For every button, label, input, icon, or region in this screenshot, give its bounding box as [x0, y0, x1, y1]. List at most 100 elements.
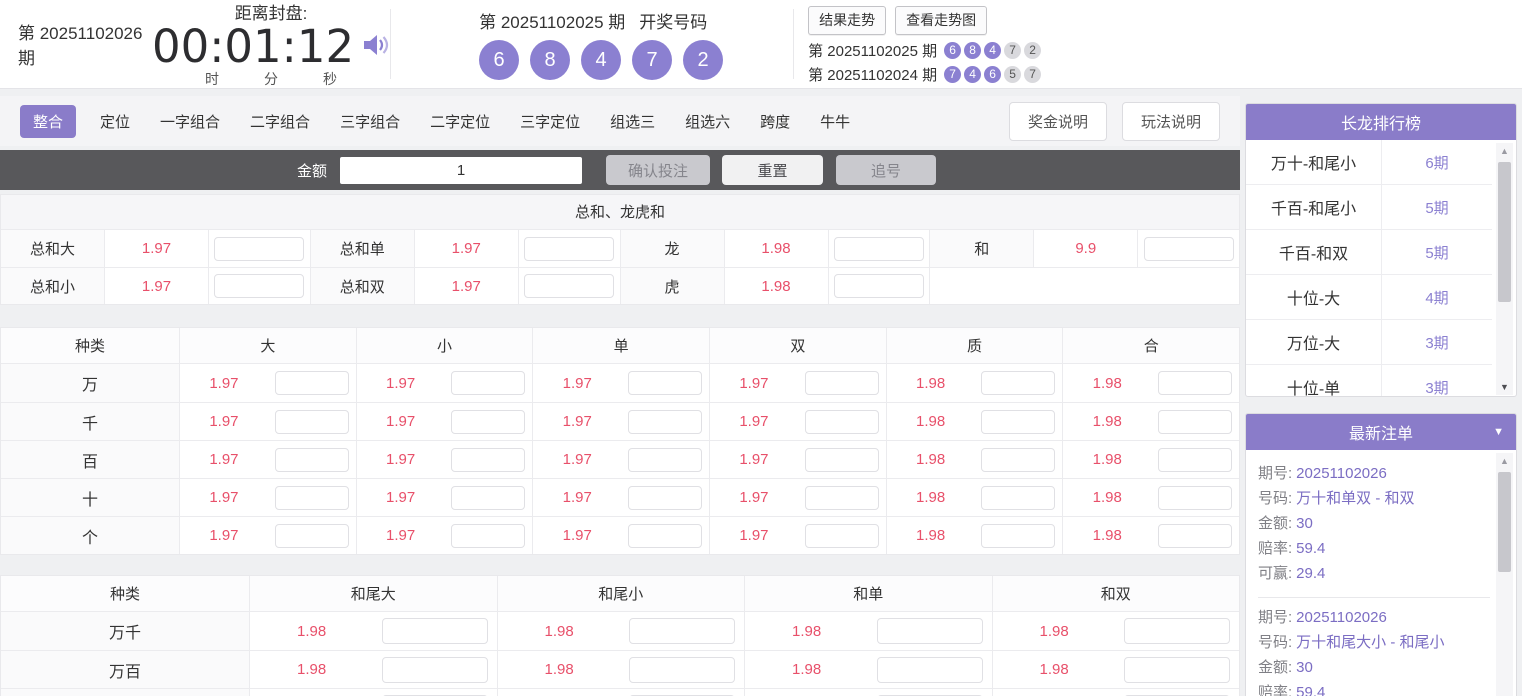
view-trend-chart-button[interactable]: 查看走势图 — [895, 6, 987, 35]
bet-amount-input[interactable] — [451, 448, 525, 472]
bet-amount-input[interactable] — [981, 371, 1055, 395]
bet-input-cell — [1116, 651, 1239, 688]
bet-odds — [498, 689, 621, 696]
last-draw-block: 第 20251102025 期开奖号码 68472 — [391, 8, 793, 80]
bet-amount-input[interactable] — [834, 274, 924, 298]
bet-amount-input[interactable] — [1158, 524, 1232, 548]
bet-amount-input[interactable] — [628, 371, 702, 395]
bet-input-cell — [829, 230, 930, 267]
odds-table-row: 万千1.981.981.981.98 — [1, 612, 1239, 650]
tab-9[interactable]: 组选六 — [685, 111, 730, 132]
bet-amount-input[interactable] — [1158, 410, 1232, 434]
bet-amount-input[interactable] — [805, 410, 879, 434]
bet-amount-input[interactable] — [382, 657, 488, 683]
bet-odds: 1.98 — [887, 441, 975, 478]
bet-cell-group: 1.97 — [179, 479, 356, 516]
result-trend-button[interactable]: 结果走势 — [808, 6, 886, 35]
bet-amount-input[interactable] — [628, 524, 702, 548]
bet-odds: 1.97 — [180, 403, 268, 440]
collapse-caret-icon[interactable]: ▼ — [1493, 426, 1504, 438]
bet-amount-input[interactable] — [451, 524, 525, 548]
rules-info-button[interactable]: 玩法说明 — [1122, 102, 1220, 141]
bet-amount-input[interactable] — [451, 410, 525, 434]
bet-amount-input[interactable] — [1144, 237, 1234, 261]
tab-8[interactable]: 组选三 — [610, 111, 655, 132]
bet-amount-input[interactable] — [275, 486, 349, 510]
amount-input[interactable] — [340, 157, 582, 184]
row-label: 千 — [1, 403, 179, 440]
bet-cell-group: 1.97 — [179, 517, 356, 554]
tab-7[interactable]: 三字定位 — [520, 111, 580, 132]
bet-field-label: 金额: — [1258, 659, 1292, 676]
bet-amount-input[interactable] — [451, 486, 525, 510]
bet-amount-input[interactable] — [629, 657, 735, 683]
bet-amount-input[interactable] — [628, 486, 702, 510]
bet-amount-input[interactable] — [1158, 371, 1232, 395]
tab-6[interactable]: 二字定位 — [430, 111, 490, 132]
bet-amount-input[interactable] — [214, 237, 304, 261]
bet-cell-group: 1.98 — [886, 403, 1063, 440]
bet-amount-input[interactable] — [981, 486, 1055, 510]
bet-amount-input[interactable] — [214, 274, 304, 298]
bet-amount-input[interactable] — [981, 410, 1055, 434]
bet-amount-input[interactable] — [1158, 448, 1232, 472]
bet-amount-input[interactable] — [628, 410, 702, 434]
scroll-up-icon[interactable]: ▲ — [1496, 453, 1513, 469]
odds-table-row: 百1.971.971.971.971.981.98 — [1, 440, 1239, 478]
bet-amount-input[interactable] — [1124, 618, 1230, 644]
tab-1[interactable]: 整合 — [20, 105, 76, 138]
ranking-scrollbar[interactable]: ▲ ▼ — [1496, 143, 1513, 395]
bet-amount-input[interactable] — [877, 657, 983, 683]
bet-input-cell — [975, 517, 1063, 554]
tab-10[interactable]: 跨度 — [760, 111, 790, 132]
bet-amount-input[interactable] — [451, 371, 525, 395]
confirm-bet-button[interactable]: 确认投注 — [606, 155, 710, 185]
scrollbar-thumb[interactable] — [1498, 162, 1511, 302]
bet-input-cell — [1151, 403, 1239, 440]
tab-3[interactable]: 一字组合 — [160, 111, 220, 132]
speaker-icon[interactable] — [362, 32, 390, 62]
bets-scrollbar[interactable]: ▲ ▼ — [1496, 453, 1513, 696]
bet-amount-input[interactable] — [805, 448, 879, 472]
bet-amount-input[interactable] — [275, 371, 349, 395]
bet-amount-input[interactable] — [275, 410, 349, 434]
bet-amount-input[interactable] — [524, 237, 614, 261]
bet-amount-input[interactable] — [1158, 486, 1232, 510]
last-draw-issue: 第 20251102025 期 — [479, 13, 625, 32]
scroll-down-icon[interactable]: ▼ — [1496, 379, 1513, 395]
history-rows: 第 20251102025 期68472第 20251102024 期74657 — [808, 40, 1041, 85]
bet-amount-input[interactable] — [805, 524, 879, 548]
bet-amount-input[interactable] — [981, 448, 1055, 472]
bet-input-cell — [268, 479, 356, 516]
bet-field-label: 号码: — [1258, 490, 1292, 507]
history-ball: 5 — [1004, 66, 1021, 83]
tab-4[interactable]: 二字组合 — [250, 111, 310, 132]
tab-11[interactable]: 牛牛 — [820, 111, 850, 132]
bet-amount-input[interactable] — [382, 618, 488, 644]
bet-amount-input[interactable] — [524, 274, 614, 298]
tab-5[interactable]: 三字组合 — [340, 111, 400, 132]
bet-amount-input[interactable] — [877, 618, 983, 644]
bet-amount-input[interactable] — [629, 618, 735, 644]
chase-number-button[interactable]: 追号 — [836, 155, 936, 185]
tab-2[interactable]: 定位 — [100, 111, 130, 132]
countdown-units: 时 分 秒 — [183, 69, 359, 89]
bet-cell-group: 1.98 — [1062, 441, 1239, 478]
reset-button[interactable]: 重置 — [722, 155, 823, 185]
column-header: 种类 — [1, 576, 249, 611]
bet-amount-input[interactable] — [275, 448, 349, 472]
history-ball: 4 — [984, 42, 1001, 59]
bet-amount-input[interactable] — [805, 486, 879, 510]
prize-info-button[interactable]: 奖金说明 — [1009, 102, 1107, 141]
bet-amount-input[interactable] — [275, 524, 349, 548]
column-header: 双 — [709, 328, 886, 363]
bet-amount-input[interactable] — [805, 371, 879, 395]
scroll-up-icon[interactable]: ▲ — [1496, 143, 1513, 159]
bet-amount-input[interactable] — [981, 524, 1055, 548]
history-row: 第 20251102025 期68472 — [808, 40, 1041, 61]
bet-cell-group: 1.98 — [1062, 364, 1239, 402]
bet-amount-input[interactable] — [834, 237, 924, 261]
bet-amount-input[interactable] — [628, 448, 702, 472]
bet-amount-input[interactable] — [1124, 657, 1230, 683]
scrollbar-thumb[interactable] — [1498, 472, 1511, 572]
